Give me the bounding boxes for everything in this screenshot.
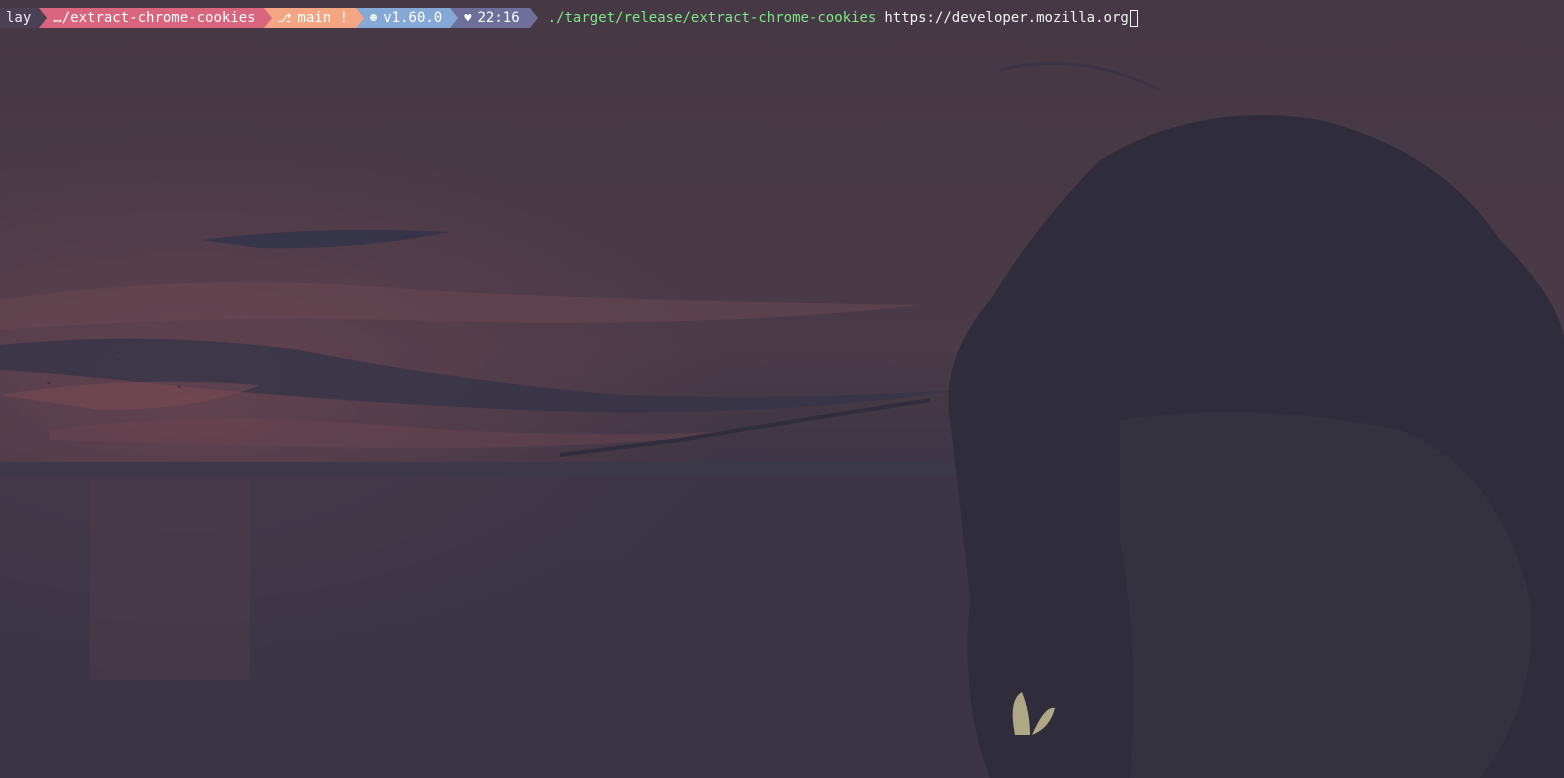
prompt-git-segment: ⎇ main ! (263, 8, 364, 28)
command-argument[interactable]: https://developer.mozilla.org (884, 8, 1128, 28)
command-executable[interactable]: ./target/release/extract-chrome-cookies (548, 8, 877, 28)
heart-icon: ♥ (464, 11, 472, 25)
prompt-git-branch: main ! (297, 10, 348, 26)
segment-separator (263, 8, 272, 28)
terminal-window[interactable]: ⌄ ⌄ ⌄ lay …/extract-chrome-cookies ⎇ mai… (0, 0, 1564, 778)
prompt-user-segment: lay (0, 8, 48, 28)
svg-text:⌄: ⌄ (45, 376, 53, 387)
shell-prompt-line: lay …/extract-chrome-cookies ⎇ main ! ☻ … (0, 8, 1138, 28)
prompt-directory-segment: …/extract-chrome-cookies (39, 8, 272, 28)
segment-separator (39, 8, 48, 28)
prompt-rust-version: v1.60.0 (383, 10, 443, 26)
wallpaper-background: ⌄ ⌄ ⌄ (0, 0, 1564, 778)
prompt-rust-segment: ☻ v1.60.0 (356, 8, 459, 28)
segment-separator (450, 8, 459, 28)
svg-text:⌄: ⌄ (175, 380, 183, 391)
prompt-directory: …/extract-chrome-cookies (53, 10, 256, 26)
rust-icon: ☻ (370, 11, 378, 25)
segment-separator (356, 8, 364, 28)
prompt-user: lay (6, 10, 32, 26)
prompt-time: 22:16 (477, 10, 520, 26)
prompt-time-segment: ♥ 22:16 (450, 8, 538, 28)
text-cursor[interactable] (1129, 9, 1138, 27)
svg-text:⌄: ⌄ (115, 352, 123, 363)
segment-separator (529, 8, 538, 28)
git-branch-icon: ⎇ (277, 11, 292, 25)
